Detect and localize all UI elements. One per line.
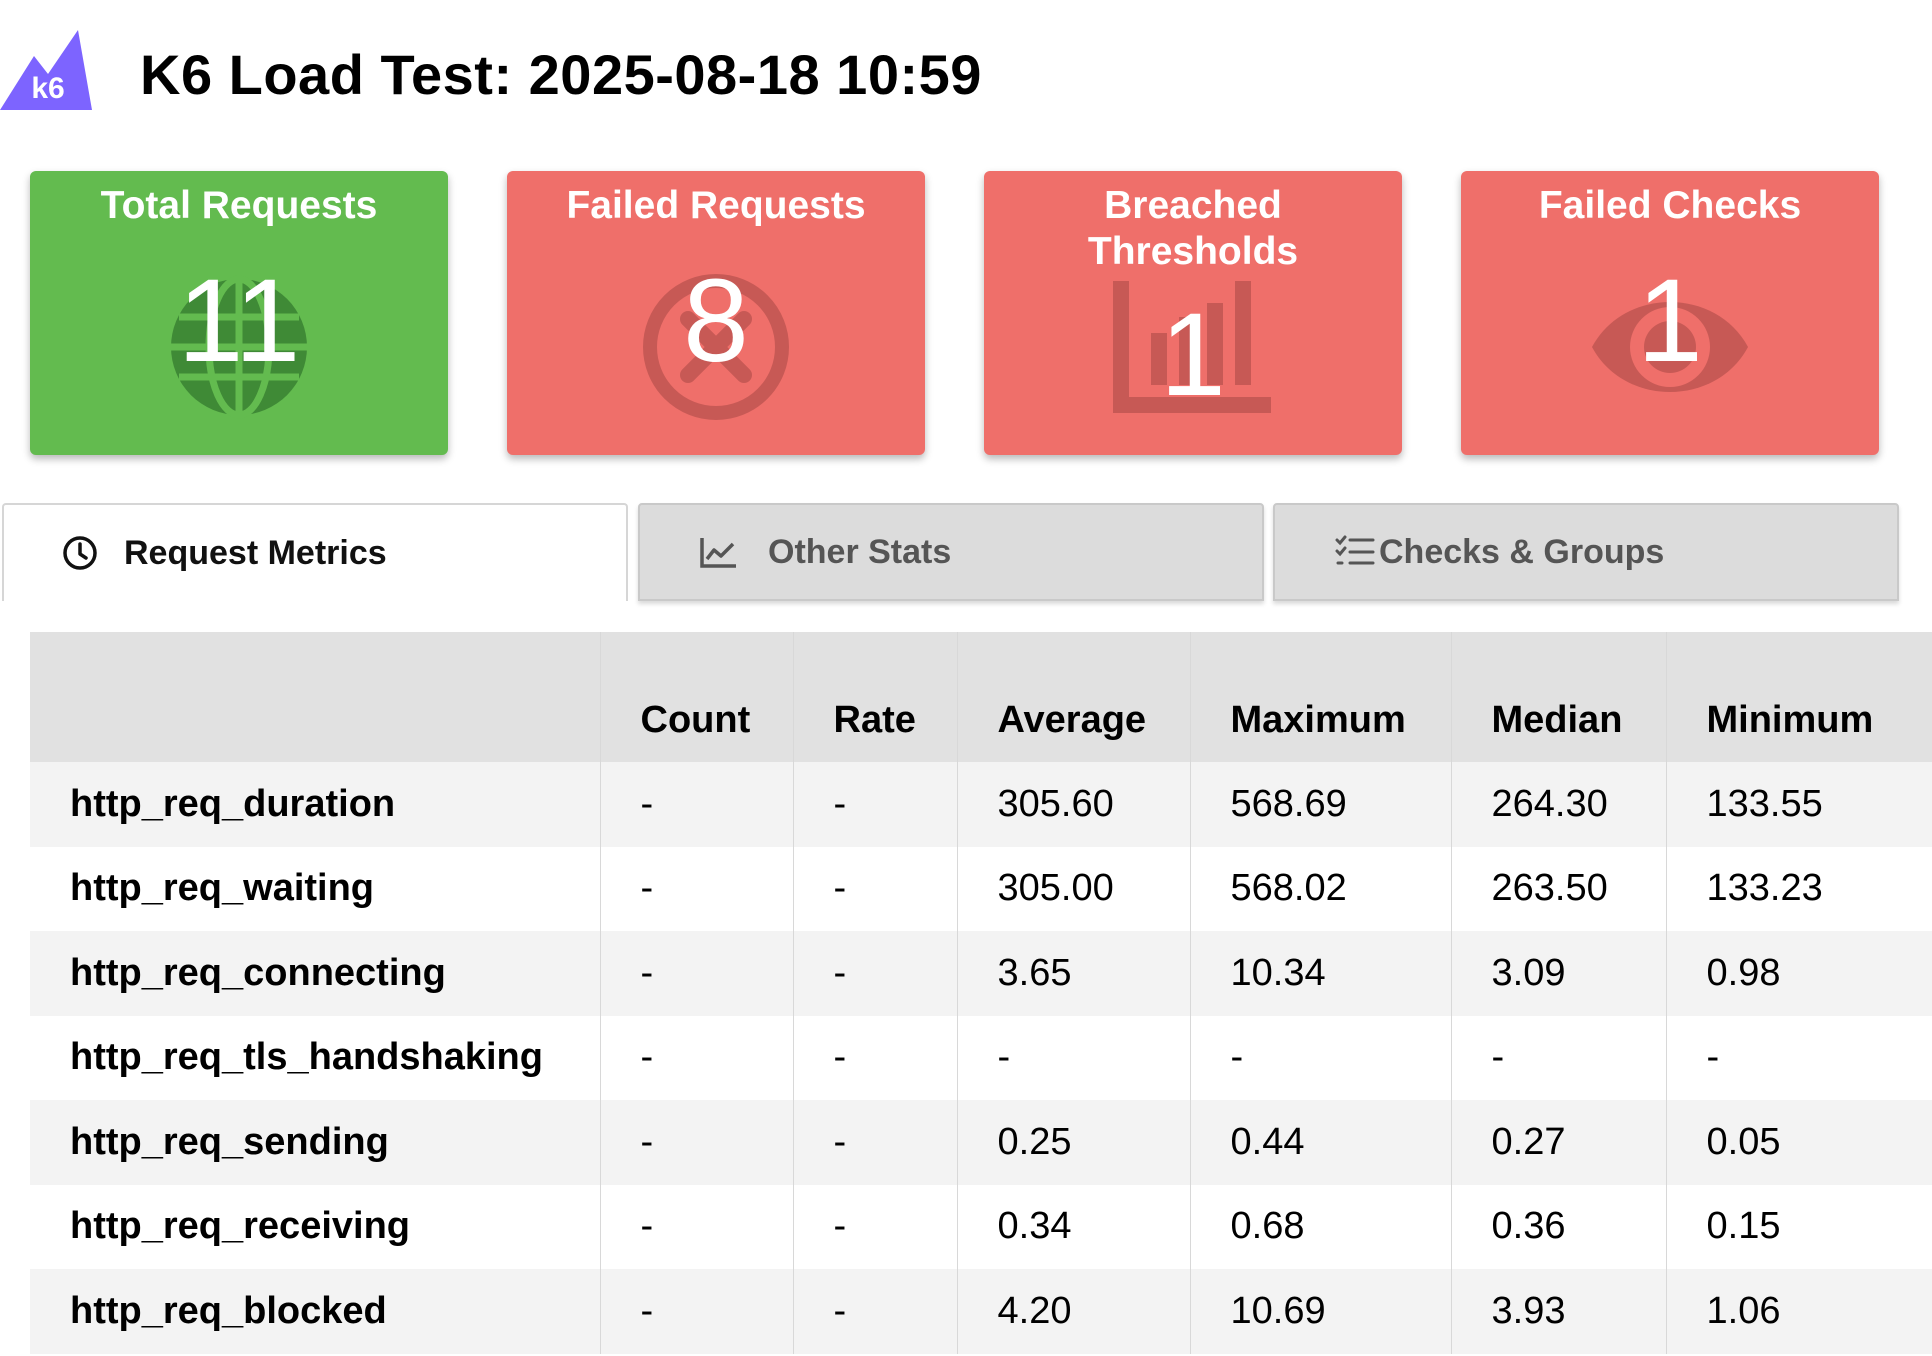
rate-cell: - [793, 846, 958, 931]
average-cell: 305.60 [957, 762, 1191, 847]
average-cell: 0.34 [957, 1184, 1191, 1269]
count-cell: - [600, 1269, 794, 1354]
total-requests-value: 11 [177, 255, 301, 387]
k6-logo: k6 [0, 30, 92, 110]
maximum-cell: 0.44 [1190, 1100, 1452, 1185]
average-cell: - [957, 1015, 1191, 1100]
maximum-cell: 10.34 [1190, 931, 1452, 1016]
median-cell: 3.09 [1451, 931, 1667, 1016]
tab-label: Other Stats [768, 532, 952, 571]
tab-checks-groups[interactable]: Checks & Groups [1273, 503, 1899, 601]
average-cell: 3.65 [957, 931, 1191, 1016]
tab-label: Request Metrics [124, 533, 387, 572]
page-title: K6 Load Test: 2025-08-18 10:59 [140, 43, 982, 106]
column-header [30, 632, 601, 762]
rate-cell: - [793, 1015, 958, 1100]
count-cell: - [600, 846, 794, 931]
total-requests-card: Total Requests 11 [30, 171, 448, 455]
metric-name-cell: http_req_blocked [30, 1269, 601, 1354]
count-cell: - [600, 931, 794, 1016]
count-cell: - [600, 762, 794, 847]
breached-thresholds-value: 1 [1160, 289, 1226, 421]
rate-cell: - [793, 931, 958, 1016]
rate-cell: - [793, 1100, 958, 1185]
minimum-cell: 0.05 [1666, 1100, 1932, 1185]
table-header-row: Count Rate Average Maximum Median Minimu… [30, 632, 1932, 762]
average-cell: 4.20 [957, 1269, 1191, 1354]
minimum-cell: - [1666, 1015, 1932, 1100]
metric-name-cell: http_req_waiting [30, 846, 601, 931]
table-row: http_req_connecting - - 3.65 10.34 3.09 … [30, 931, 1932, 1016]
maximum-cell: - [1190, 1015, 1452, 1100]
minimum-cell: 133.55 [1666, 762, 1932, 847]
column-header: Count [600, 632, 794, 762]
table-row: http_req_receiving - - 0.34 0.68 0.36 0.… [30, 1184, 1932, 1269]
minimum-cell: 1.06 [1666, 1269, 1932, 1354]
table-row: http_req_blocked - - 4.20 10.69 3.93 1.0… [30, 1269, 1932, 1354]
rate-cell: - [793, 762, 958, 847]
card-title: Total Requests [100, 184, 378, 227]
maximum-cell: 568.02 [1190, 846, 1452, 931]
k6-report-page: k6 K6 Load Test: 2025-08-18 10:59 Total … [0, 0, 1932, 1356]
minimum-cell: 133.23 [1666, 846, 1932, 931]
column-header: Minimum [1666, 632, 1932, 762]
failed-requests-value: 8 [683, 255, 749, 387]
failed-requests-card: Failed Requests 8 [507, 171, 925, 455]
request-metrics-panel: Count Rate Average Maximum Median Minimu… [30, 632, 1932, 1356]
list-check-icon [1335, 535, 1375, 565]
rate-cell: - [793, 1269, 958, 1354]
table-row: http_req_waiting - - 305.00 568.02 263.5… [30, 846, 1932, 931]
count-cell: - [600, 1015, 794, 1100]
card-title: Failed Checks [1538, 184, 1802, 227]
svg-text:k6: k6 [31, 72, 64, 105]
card-title: Breached Thresholds [1087, 184, 1299, 273]
metric-name-cell: http_req_sending [30, 1100, 601, 1185]
failed-checks-value: 1 [1637, 255, 1703, 387]
summary-cards: Total Requests 11 Failed Requests 8 Brea… [30, 171, 1880, 455]
clock-icon [63, 536, 97, 570]
metric-name-cell: http_req_connecting [30, 931, 601, 1016]
count-cell: - [600, 1100, 794, 1185]
breached-thresholds-card: Breached Thresholds 1 [984, 171, 1402, 455]
column-header: Rate [793, 632, 958, 762]
column-header: Maximum [1190, 632, 1452, 762]
median-cell: 3.93 [1451, 1269, 1667, 1354]
average-cell: 305.00 [957, 846, 1191, 931]
median-cell: 263.50 [1451, 846, 1667, 931]
metric-name-cell: http_req_receiving [30, 1184, 601, 1269]
minimum-cell: 0.15 [1666, 1184, 1932, 1269]
maximum-cell: 0.68 [1190, 1184, 1452, 1269]
card-title: Failed Requests [566, 184, 866, 227]
metric-name-cell: http_req_tls_handshaking [30, 1015, 601, 1100]
tab-label: Checks & Groups [1379, 532, 1665, 571]
median-cell: 0.27 [1451, 1100, 1667, 1185]
median-cell: - [1451, 1015, 1667, 1100]
tab-other-stats[interactable]: Other Stats [638, 503, 1264, 601]
median-cell: 264.30 [1451, 762, 1667, 847]
rate-cell: - [793, 1184, 958, 1269]
median-cell: 0.36 [1451, 1184, 1667, 1269]
maximum-cell: 568.69 [1190, 762, 1452, 847]
table-row: http_req_tls_handshaking - - - - - - [30, 1015, 1932, 1100]
maximum-cell: 10.69 [1190, 1269, 1452, 1354]
table-row: http_req_duration - - 305.60 568.69 264.… [30, 762, 1932, 847]
column-header: Median [1451, 632, 1667, 762]
tab-bar: Request Metrics Other Stats Checks & Gro… [2, 503, 1904, 603]
column-header: Average [957, 632, 1191, 762]
count-cell: - [600, 1184, 794, 1269]
tab-request-metrics[interactable]: Request Metrics [2, 503, 628, 601]
metric-name-cell: http_req_duration [30, 762, 601, 847]
minimum-cell: 0.98 [1666, 931, 1932, 1016]
table-row: http_req_sending - - 0.25 0.44 0.27 0.05 [30, 1100, 1932, 1185]
failed-checks-card: Failed Checks 1 [1461, 171, 1879, 455]
average-cell: 0.25 [957, 1100, 1191, 1185]
line-chart-icon [700, 538, 736, 568]
request-metrics-table: Count Rate Average Maximum Median Minimu… [30, 632, 1932, 1354]
